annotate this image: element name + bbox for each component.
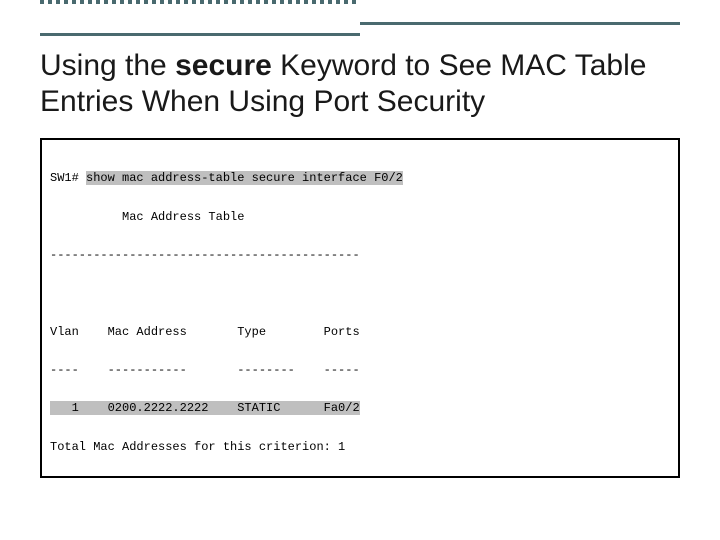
slide-divider [40, 0, 680, 36]
title-pre: Using the [40, 49, 175, 82]
row-highlight: 1 0200.2222.2222 STATIC Fa0/2 [50, 401, 360, 415]
terminal-line: Mac Address Table [50, 208, 670, 227]
terminal-line: Vlan Mac Address Type Ports [50, 323, 670, 342]
terminal-line [50, 284, 670, 303]
command-highlight: show mac address-table secure interface … [86, 171, 403, 185]
prompt: SW1# [50, 171, 86, 185]
terminal-line: Total Mac Addresses for this criterion: … [50, 438, 670, 457]
terminal-line: ---- ----------- -------- ----- [50, 361, 670, 380]
title-bold: secure [175, 49, 272, 82]
terminal-output: SW1# show mac address-table secure inter… [40, 138, 680, 478]
terminal-line: ----------------------------------------… [50, 246, 670, 265]
terminal-line [50, 476, 670, 478]
terminal-line: 1 0200.2222.2222 STATIC Fa0/2 [50, 399, 670, 418]
terminal-line: SW1# show mac address-table secure inter… [50, 169, 670, 188]
slide: Using the secure Keyword to See MAC Tabl… [0, 0, 720, 540]
slide-title: Using the secure Keyword to See MAC Tabl… [40, 48, 680, 120]
